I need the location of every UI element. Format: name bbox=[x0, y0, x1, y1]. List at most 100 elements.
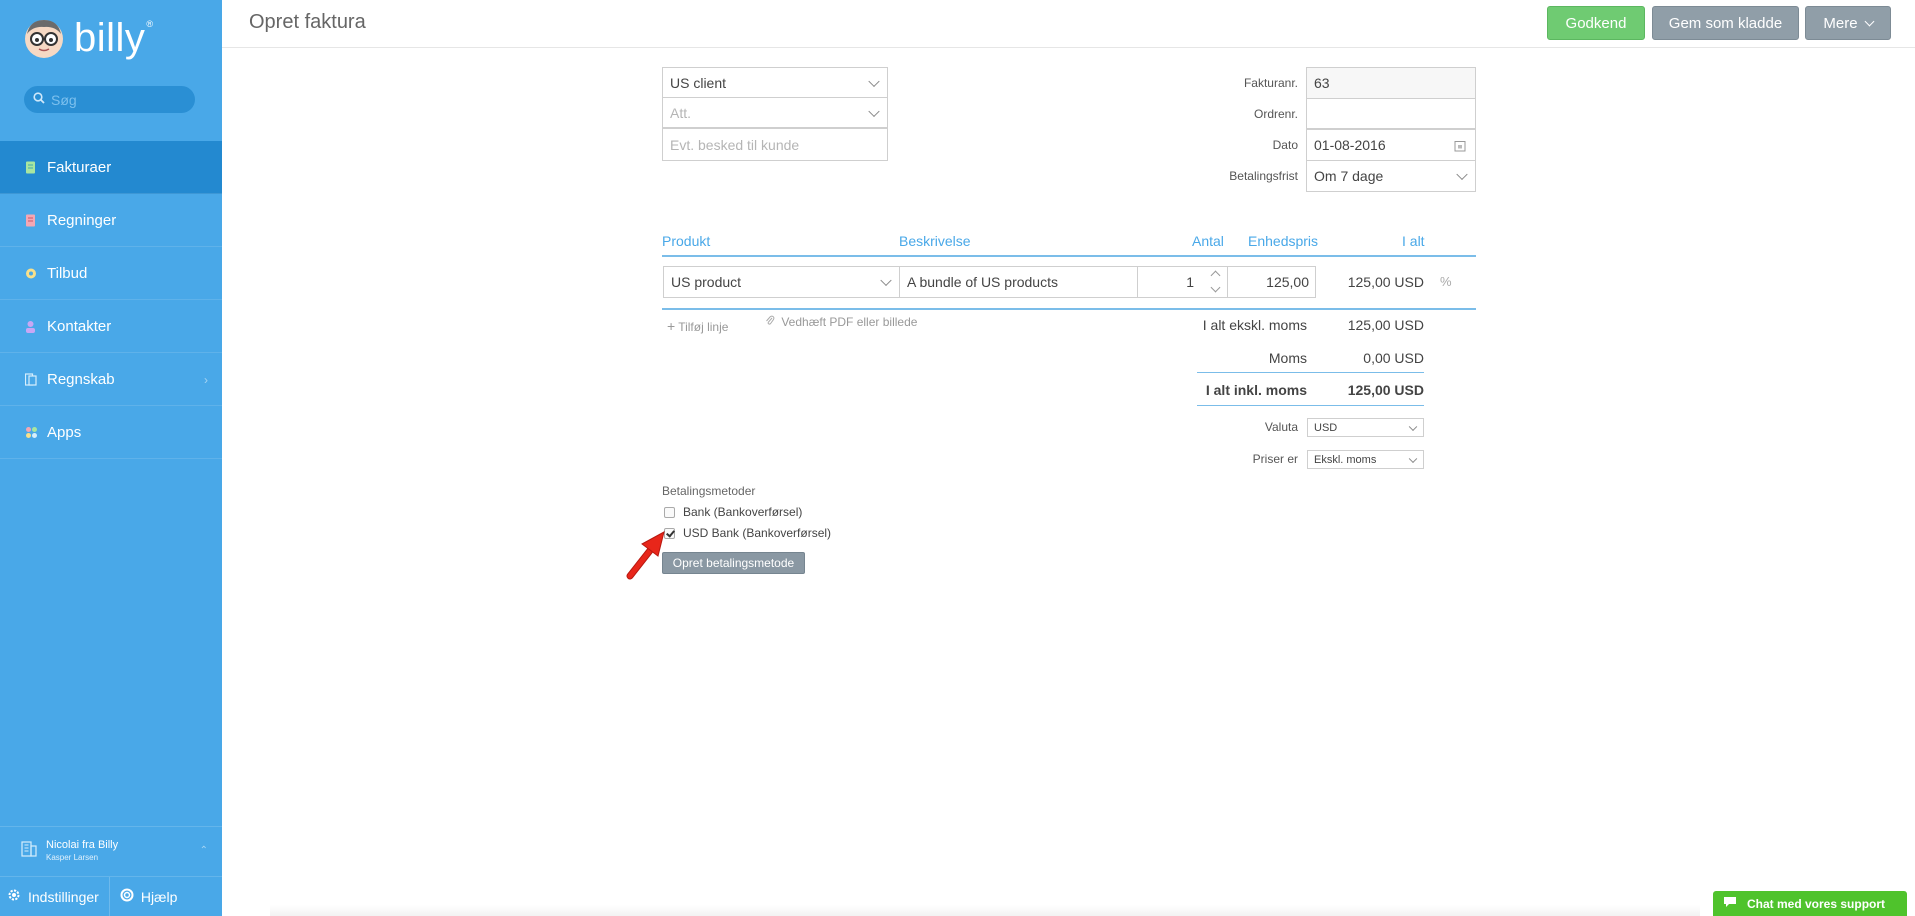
currency-select[interactable]: USD bbox=[1307, 418, 1424, 437]
apps-icon bbox=[25, 426, 37, 439]
att-select[interactable]: Att. bbox=[662, 97, 888, 128]
totals-divider-bottom bbox=[1197, 405, 1424, 406]
chevron-down-icon bbox=[868, 75, 880, 87]
col-qty: Antal bbox=[1192, 233, 1224, 249]
paperclip-icon bbox=[765, 315, 778, 329]
header-divider bbox=[662, 255, 1476, 257]
bank-checkbox[interactable] bbox=[664, 506, 675, 518]
message-placeholder: Evt. besked til kunde bbox=[670, 136, 800, 153]
chevron-down-icon bbox=[1408, 454, 1418, 463]
vat-label: Moms bbox=[1268, 350, 1307, 366]
chevron-down-icon bbox=[868, 105, 880, 117]
create-payment-method-button[interactable]: Opret betalingsmetode bbox=[662, 552, 805, 574]
order-no-field[interactable] bbox=[1306, 98, 1476, 129]
user-switcher[interactable]: Nicolai fra Billy Kasper Larsen ⌃ bbox=[0, 826, 222, 874]
order-no-label: Ordrenr. bbox=[1253, 107, 1298, 121]
product-value: US product bbox=[671, 274, 742, 290]
approve-button[interactable]: Godkend bbox=[1547, 6, 1645, 40]
sidebar-item-kontakter[interactable]: Kontakter bbox=[0, 300, 222, 353]
sidebar: billy® Fakturaer Regninger Tilbud Kontak… bbox=[0, 0, 222, 916]
chevron-down-icon bbox=[1864, 16, 1875, 26]
payment-method-usd-bank[interactable]: USD Bank (Bankoverførsel) bbox=[664, 526, 831, 540]
search-input[interactable] bbox=[51, 91, 181, 108]
sidebar-footer: Indstillinger Hjælp bbox=[0, 876, 222, 916]
col-product: Produkt bbox=[662, 233, 711, 249]
due-select[interactable]: Om 7 dage bbox=[1306, 160, 1476, 192]
bill-icon bbox=[25, 214, 36, 227]
unit-price-value: 125,00 bbox=[1266, 274, 1309, 290]
date-label: Dato bbox=[1272, 138, 1298, 152]
invoice-icon bbox=[25, 161, 36, 174]
invoice-no-value: 63 bbox=[1314, 75, 1330, 91]
sidebar-item-label: Fakturaer bbox=[47, 158, 112, 176]
more-label: Mere bbox=[1823, 14, 1858, 32]
attach-link[interactable]: Vedhæft PDF eller billede bbox=[765, 315, 917, 329]
chevron-right-icon: › bbox=[204, 373, 208, 387]
billy-mascot-icon bbox=[22, 16, 66, 60]
quote-icon bbox=[25, 267, 36, 280]
prices-select[interactable]: Ekskl. moms bbox=[1307, 450, 1424, 469]
payment-method-bank[interactable]: Bank (Bankoverførsel) bbox=[664, 505, 802, 519]
totals-divider bbox=[1197, 372, 1424, 373]
description-field[interactable]: A bundle of US products bbox=[899, 266, 1138, 298]
customer-message-field[interactable]: Evt. besked til kunde bbox=[662, 128, 888, 161]
vat-value: 0,00 USD bbox=[1363, 350, 1424, 366]
billy-logo[interactable]: billy ® bbox=[22, 16, 153, 60]
date-value: 01-08-2016 bbox=[1314, 137, 1386, 153]
search-box[interactable] bbox=[24, 86, 195, 113]
accounting-icon bbox=[24, 372, 37, 386]
date-field[interactable]: 01-08-2016 bbox=[1306, 129, 1476, 161]
due-label: Betalingsfrist bbox=[1229, 169, 1298, 183]
due-value: Om 7 dage bbox=[1314, 168, 1384, 184]
currency-value: USD bbox=[1314, 421, 1338, 434]
payment-methods-label: Betalingsmetoder bbox=[662, 484, 756, 498]
gear-icon bbox=[7, 888, 21, 905]
sidebar-item-regninger[interactable]: Regninger bbox=[0, 194, 222, 247]
add-line-label: Tilføj linje bbox=[678, 320, 729, 334]
user-name: Nicolai fra Billy bbox=[46, 839, 119, 851]
customer-select[interactable]: US client bbox=[662, 67, 888, 98]
qty-stepper[interactable]: 1 bbox=[1137, 266, 1228, 298]
settings-link[interactable]: Indstillinger bbox=[0, 877, 99, 916]
attach-label: Vedhæft PDF eller billede bbox=[781, 315, 918, 329]
unit-price-field[interactable]: 125,00 bbox=[1227, 266, 1316, 298]
help-link[interactable]: Hjælp bbox=[108, 876, 178, 916]
row-divider bbox=[662, 308, 1476, 310]
plus-icon: + bbox=[667, 318, 676, 334]
usd-bank-label: USD Bank (Bankoverførsel) bbox=[683, 526, 832, 540]
more-button[interactable]: Mere bbox=[1805, 6, 1891, 40]
product-select[interactable]: US product bbox=[663, 266, 900, 298]
chat-support-button[interactable]: Chat med vores support bbox=[1713, 891, 1907, 916]
sidebar-item-label: Regninger bbox=[47, 211, 117, 229]
calendar-icon bbox=[1454, 139, 1466, 155]
search-icon bbox=[33, 91, 45, 109]
subtotal-label: I alt ekskl. moms bbox=[1202, 317, 1307, 333]
sidebar-item-regnskab[interactable]: Regnskab › bbox=[0, 353, 222, 406]
sidebar-item-tilbud[interactable]: Tilbud bbox=[0, 247, 222, 300]
chevron-up-icon: ⌃ bbox=[199, 845, 208, 856]
chevron-down-icon bbox=[1408, 422, 1418, 431]
help-label: Hjælp bbox=[140, 888, 178, 905]
discount-toggle[interactable]: % bbox=[1440, 274, 1452, 289]
stepper-up-icon[interactable] bbox=[1210, 270, 1221, 281]
prices-value: Ekskl. moms bbox=[1314, 453, 1377, 466]
brand-name: billy bbox=[74, 16, 146, 60]
invoice-no-field[interactable]: 63 bbox=[1306, 67, 1476, 99]
add-line-link[interactable]: + Tilføj linje bbox=[667, 318, 728, 334]
page-title: Opret faktura bbox=[249, 11, 366, 33]
prices-label: Priser er bbox=[1252, 452, 1298, 466]
qty-value: 1 bbox=[1186, 274, 1194, 290]
page-header: Opret faktura Godkend Gem som kladde Mer… bbox=[222, 0, 1915, 48]
sidebar-item-fakturaer[interactable]: Fakturaer bbox=[0, 141, 222, 194]
subtotal-value: 125,00 USD bbox=[1347, 317, 1424, 333]
chat-label: Chat med vores support bbox=[1747, 896, 1886, 911]
stepper-down-icon[interactable] bbox=[1210, 282, 1221, 293]
bank-label: Bank (Bankoverførsel) bbox=[683, 505, 803, 519]
save-draft-button[interactable]: Gem som kladde bbox=[1652, 6, 1799, 40]
sidebar-item-apps[interactable]: Apps bbox=[0, 406, 222, 459]
lifebuoy-icon bbox=[120, 888, 134, 905]
chat-bubble-icon bbox=[1723, 896, 1737, 911]
building-icon bbox=[20, 839, 38, 862]
col-description: Beskrivelse bbox=[899, 233, 971, 249]
att-placeholder: Att. bbox=[670, 104, 692, 121]
